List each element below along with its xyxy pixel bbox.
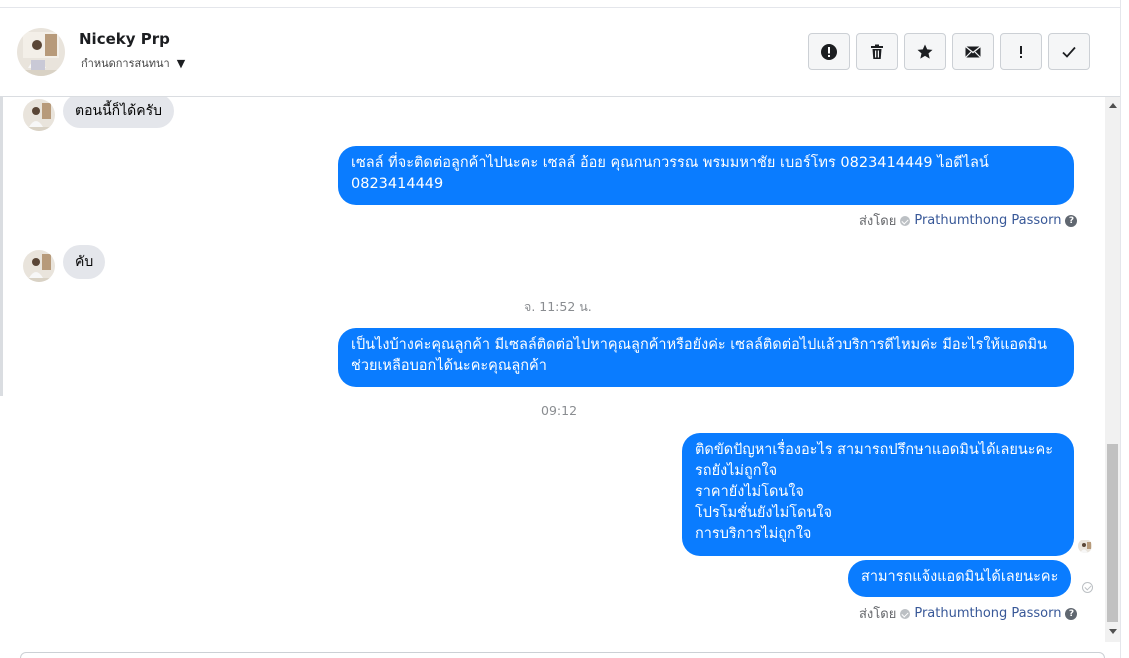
sent-by-info: ส่งโดย Prathumthong Passorn ? — [859, 210, 1078, 231]
follow-up-button[interactable] — [1000, 33, 1042, 70]
incoming-message[interactable]: คับ — [63, 245, 106, 279]
contact-avatar-small[interactable] — [23, 99, 55, 131]
outgoing-message[interactable]: เซลล์ ที่จะติดต่อลูกค้าไปนะคะ เซลล์ อ้อย… — [338, 146, 1074, 205]
mark-unread-button[interactable] — [952, 33, 994, 70]
help-icon[interactable]: ? — [1065, 214, 1078, 227]
conversation-options-label: กำหนดการสนทนา — [81, 57, 170, 70]
verified-check-icon — [900, 608, 911, 619]
sender-name-link[interactable]: Prathumthong Passorn — [914, 213, 1061, 228]
incoming-message[interactable]: ตอนนี้ก็ได้ครับ — [63, 97, 175, 128]
scrollbar-thumb[interactable] — [1107, 444, 1118, 622]
header-actions — [808, 33, 1090, 70]
message-line: รถยังไม่ถูกใจ — [695, 463, 778, 479]
conversation-header: Niceky Prp กำหนดการสนทนา ▼ — [0, 8, 1120, 97]
message-line: ติดขัดปัญหาเรื่องอะไร สามารถปรึกษาแอดมิน… — [695, 442, 1054, 458]
message-line: การบริการไม่ถูกใจ — [695, 526, 812, 542]
message-composer[interactable] — [20, 652, 1105, 658]
outgoing-message[interactable]: สามารถแจ้งแอดมินได้เลยนะคะ — [848, 560, 1072, 597]
seen-avatar-icon — [1078, 539, 1092, 553]
outgoing-message[interactable]: เป็นไงบ้างค่ะคุณลูกค้า มีเซลล์ติดต่อไปหา… — [338, 328, 1074, 387]
contact-avatar[interactable] — [17, 28, 65, 76]
check-icon — [1062, 46, 1076, 58]
message-timestamp: จ. 11:52 น. — [524, 299, 592, 314]
right-panel-edge — [1120, 0, 1129, 658]
message-line: โปรโมชั่นยังไม่โดนใจ — [695, 505, 832, 521]
thread-scrollbar[interactable] — [1105, 97, 1120, 642]
exclamation-icon — [1020, 45, 1022, 58]
trash-icon — [871, 44, 883, 59]
spam-button[interactable] — [808, 33, 850, 70]
sent-by-label: ส่งโดย — [859, 214, 897, 229]
window-top-strip — [0, 0, 1129, 8]
message-timestamp: 09:12 — [541, 403, 578, 418]
scroll-down-arrow-icon[interactable] — [1109, 629, 1117, 634]
sent-by-label: ส่งโดย — [859, 607, 897, 622]
star-icon — [917, 44, 933, 59]
message-thread: ตอนนี้ก็ได้ครับ เซลล์ ที่จะติดต่อลูกค้าไ… — [0, 97, 1105, 642]
outgoing-message[interactable]: ติดขัดปัญหาเรื่องอะไร สามารถปรึกษาแอดมิน… — [682, 433, 1074, 556]
conversation-options-dropdown[interactable]: กำหนดการสนทนา ▼ — [81, 54, 185, 72]
envelope-icon — [965, 45, 981, 58]
sender-name-link[interactable]: Prathumthong Passorn — [914, 606, 1061, 621]
scroll-up-arrow-icon[interactable] — [1109, 103, 1117, 108]
delivered-check-icon — [1082, 582, 1093, 593]
contact-name[interactable]: Niceky Prp — [79, 30, 170, 48]
exclamation-circle-icon — [821, 43, 837, 60]
star-button[interactable] — [904, 33, 946, 70]
sent-by-info: ส่งโดย Prathumthong Passorn ? — [859, 603, 1078, 624]
help-icon[interactable]: ? — [1065, 607, 1078, 620]
message-line: ราคายังไม่โดนใจ — [695, 484, 804, 500]
mark-done-button[interactable] — [1048, 33, 1090, 70]
verified-check-icon — [900, 215, 911, 226]
delete-button[interactable] — [856, 33, 898, 70]
contact-avatar-small[interactable] — [23, 250, 55, 282]
caret-down-icon: ▼ — [176, 56, 186, 70]
